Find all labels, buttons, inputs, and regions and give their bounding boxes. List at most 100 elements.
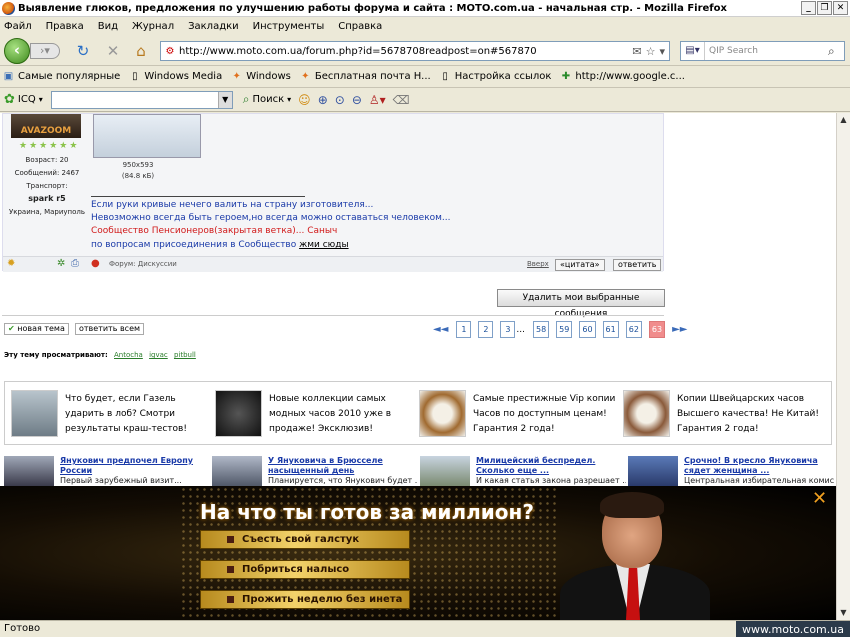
icq-button[interactable]: ✿ ICQ ▾	[4, 92, 43, 107]
address-bar[interactable]: ⚙ http://www.moto.com.ua/forum.php?id=56…	[160, 41, 670, 61]
news-item[interactable]: У Януковича в Брюсселе насыщенный день П…	[212, 456, 418, 486]
ad-text[interactable]: Самые престижные Vip копии Часов по дост…	[473, 392, 623, 437]
bulb-icon[interactable]: ✹	[7, 258, 15, 269]
viewer-link[interactable]: pitbull	[174, 351, 196, 359]
news-image[interactable]	[212, 456, 262, 486]
search-icon[interactable]: ⌕	[828, 44, 844, 59]
menu-bookmarks[interactable]: Закладки	[188, 21, 239, 32]
prev-page-icon[interactable]: ◄◄	[433, 324, 448, 335]
ad-image-watch[interactable]	[215, 390, 262, 437]
banner-option[interactable]: Съесть свой галстук	[200, 530, 410, 549]
news-image[interactable]	[628, 456, 678, 486]
page-60[interactable]: 60	[579, 321, 596, 338]
ad-item[interactable]: Что будет, если Газель ударить в лоб? См…	[11, 390, 211, 440]
ad-item[interactable]: Самые престижные Vip копии Часов по дост…	[419, 390, 619, 440]
news-title-link[interactable]: Срочно! В кресло Януковича сядет женщина…	[684, 456, 834, 476]
quote-button[interactable]: «цитата»	[555, 259, 605, 271]
ad-text[interactable]: Копии Швейцарских часов Высшего качества…	[677, 392, 827, 437]
page-58[interactable]: 58	[532, 321, 550, 338]
page-2[interactable]: 2	[478, 321, 494, 338]
banner-option[interactable]: Побриться налысо	[200, 560, 410, 579]
minimize-button[interactable]: _	[801, 1, 816, 15]
ad-item[interactable]: Новые коллекции самых модных часов 2010 …	[215, 390, 415, 440]
bookmark-popular[interactable]: ▣ Самые популярные	[2, 70, 121, 83]
bookmark-google[interactable]: ✚ http://www.google.c...	[559, 70, 685, 83]
maximize-button[interactable]: ❐	[817, 1, 832, 15]
page-63-current[interactable]: 63	[648, 321, 666, 338]
ad-image-truck[interactable]	[11, 390, 58, 437]
banner-close-icon[interactable]: ✕	[812, 488, 827, 509]
smiley-icon[interactable]: ☺	[298, 93, 311, 107]
zoom-reset-icon[interactable]: ⊙	[335, 93, 345, 107]
menu-edit[interactable]: Правка	[46, 21, 84, 32]
user-icon[interactable]: ♙▾	[369, 93, 386, 107]
signature-join-link[interactable]: жми сюды	[299, 240, 348, 250]
banner-option[interactable]: Прожить неделю без инета	[200, 590, 410, 609]
ad-image-watch[interactable]	[623, 390, 670, 437]
url-dropdown-icon[interactable]: ▾	[659, 45, 665, 58]
settings-icon[interactable]: ✲	[57, 258, 65, 269]
ad-text[interactable]: Что будет, если Газель ударить в лоб? См…	[65, 392, 215, 437]
reply-button[interactable]: ответить	[613, 259, 662, 271]
search-engine-icon[interactable]: ▤▾	[681, 42, 705, 60]
bookmark-settings-links[interactable]: ▯ Настройка ссылок	[439, 70, 551, 83]
page-61[interactable]: 61	[602, 321, 619, 338]
news-item[interactable]: Срочно! В кресло Януковича сядет женщина…	[628, 456, 834, 486]
page-3[interactable]: 3	[500, 321, 516, 338]
eraser-icon[interactable]: ⌫	[393, 93, 410, 107]
avatar[interactable]: AVAZOOM	[11, 114, 81, 138]
stop-icon[interactable]: ✕	[104, 42, 122, 60]
viewer-link[interactable]: igvac	[149, 351, 168, 359]
home-icon[interactable]: ⌂	[132, 42, 150, 60]
overlay-ad-banner[interactable]: На что ты готов за миллион? Съесть свой …	[0, 486, 836, 620]
zoom-out-icon[interactable]: ⊖	[352, 93, 362, 107]
rss-icon[interactable]: ✉	[632, 45, 641, 58]
news-title-link[interactable]: Янукович предпочел Европу России	[60, 456, 210, 476]
new-topic-button[interactable]: ✔ новая тема	[4, 323, 69, 335]
ad-item[interactable]: Копии Швейцарских часов Высшего качества…	[623, 390, 823, 440]
signature-line-3[interactable]: Сообщество Пенсионеров(закрытая ветка)..…	[91, 226, 337, 236]
back-button[interactable]: ‹	[4, 38, 30, 64]
reload-icon[interactable]: ↻	[74, 42, 92, 60]
scroll-top-link[interactable]: Вверх	[527, 260, 549, 268]
delete-selected-button[interactable]: Удалить мои выбранные сообщения	[497, 289, 665, 319]
news-item[interactable]: Янукович предпочел Европу России Первый …	[4, 456, 209, 486]
chevron-down-icon[interactable]: ▼	[217, 91, 232, 108]
page-59[interactable]: 59	[556, 321, 573, 338]
url-text[interactable]: http://www.moto.com.ua/forum.php?id=5678…	[179, 46, 632, 57]
ad-text[interactable]: Новые коллекции самых модных часов 2010 …	[269, 392, 419, 437]
page-62[interactable]: 62	[625, 321, 642, 338]
bookmark-windows[interactable]: ✦ Windows	[230, 70, 291, 83]
print-icon[interactable]: ⎙	[71, 258, 79, 269]
news-title-link[interactable]: Милицейский беспредел. Сколько еще ...	[476, 456, 626, 476]
search-box[interactable]: ▤▾ QIP Search ⌕	[680, 41, 845, 61]
ad-image-watch[interactable]	[419, 390, 466, 437]
news-image[interactable]	[420, 456, 470, 486]
close-button[interactable]: ✕	[833, 1, 848, 15]
report-icon[interactable]: ●	[91, 258, 100, 269]
menu-help[interactable]: Справка	[338, 21, 382, 32]
bookmark-star-icon[interactable]: ☆	[646, 45, 656, 58]
bookmark-hotmail[interactable]: ✦ Бесплатная почта H...	[299, 70, 431, 83]
page-1[interactable]: 1	[456, 321, 472, 338]
menu-history[interactable]: Журнал	[132, 21, 174, 32]
news-item[interactable]: Милицейский беспредел. Сколько еще ... И…	[420, 456, 626, 486]
menu-tools[interactable]: Инструменты	[253, 21, 325, 32]
vertical-scrollbar[interactable]: ▲ ▼	[836, 113, 850, 620]
news-image[interactable]	[4, 456, 54, 486]
zoom-in-icon[interactable]: ⊕	[318, 93, 328, 107]
next-page-icon[interactable]: ►►	[672, 324, 687, 335]
icq-search-combo[interactable]: ▼	[50, 90, 233, 109]
scroll-down-icon[interactable]: ▼	[837, 606, 850, 620]
search-input[interactable]: QIP Search	[705, 46, 828, 56]
news-title-link[interactable]: У Януковича в Брюсселе насыщенный день	[268, 456, 418, 476]
menu-view[interactable]: Вид	[98, 21, 118, 32]
find-button[interactable]: ⌕ Поиск ▾	[243, 92, 291, 107]
viewer-link[interactable]: Antocha	[114, 351, 143, 359]
forward-button[interactable]: ›▾	[30, 43, 60, 59]
bookmark-windows-media[interactable]: ▯ Windows Media	[128, 70, 222, 83]
reply-all-button[interactable]: ответить всем	[75, 323, 145, 335]
menu-file[interactable]: Файл	[4, 21, 32, 32]
scroll-up-icon[interactable]: ▲	[837, 113, 850, 127]
attachment-thumbnail[interactable]	[93, 114, 201, 158]
